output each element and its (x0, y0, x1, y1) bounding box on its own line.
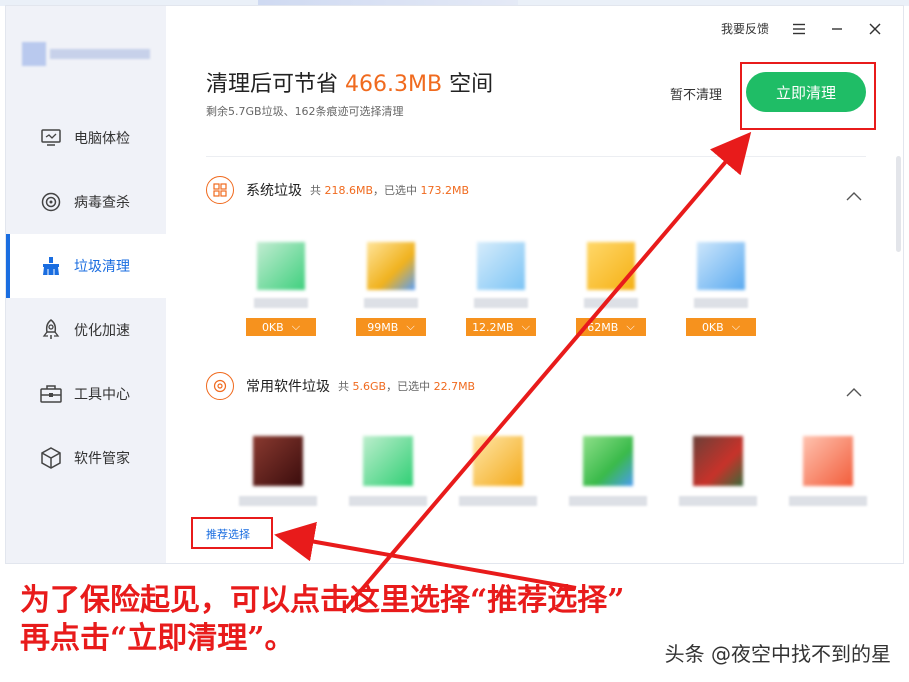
main-panel: 我要反馈 清理后可节省 466.3MB 空间 剩余5.7GB垃圾、162条痕迹可… (166, 6, 903, 563)
app-icon (803, 436, 853, 486)
rocket-icon (40, 319, 62, 341)
app-icon (693, 436, 743, 486)
divider (206, 156, 866, 157)
watermark: 头条 @夜空中找不到的星 (664, 642, 891, 666)
disc-icon (206, 372, 234, 400)
chevron-down-icon: ⌵ (406, 320, 415, 333)
monitor-icon (40, 127, 62, 149)
target-icon (40, 191, 62, 213)
size-dropdown[interactable]: 62MB ⌵ (576, 318, 646, 336)
size-dropdown[interactable]: 0KB ⌵ (686, 318, 756, 336)
feedback-link[interactable]: 我要反馈 (721, 20, 769, 37)
app-icon (583, 436, 633, 486)
size-dropdown[interactable]: 12.2MB ⌵ (466, 318, 536, 336)
section-system-junk[interactable]: 系统垃圾 共 218.6MB，已选中 173.2MB (206, 176, 469, 204)
section-title: 常用软件垃圾 (246, 379, 330, 395)
chevron-down-icon: ⌵ (291, 320, 301, 333)
close-icon[interactable] (867, 21, 883, 37)
chevron-down-icon: ⌵ (731, 320, 741, 333)
sidebar-item-label: 电脑体检 (74, 131, 130, 147)
scrollbar[interactable] (896, 156, 901, 252)
chevron-up-icon[interactable] (846, 186, 862, 201)
sidebar-item-label: 病毒查杀 (74, 195, 130, 211)
app-icon (477, 242, 525, 290)
sidebar: 电脑体检 病毒查杀 垃圾清理 优化加速 工具中心 软件管家 (6, 6, 166, 563)
annotation-frame-clean (740, 62, 876, 130)
app-icon (367, 242, 415, 290)
chevron-up-icon[interactable] (846, 382, 862, 397)
app-icon (253, 436, 303, 486)
sidebar-item-label: 工具中心 (74, 387, 130, 403)
software-tile[interactable] (788, 436, 868, 506)
sidebar-item-label: 软件管家 (74, 451, 130, 467)
skip-clean-button[interactable]: 暂不清理 (670, 84, 722, 103)
sidebar-item-label: 垃圾清理 (74, 259, 130, 275)
size-dropdown[interactable]: 0KB ⌵ (246, 318, 316, 336)
sidebar-item-antivirus[interactable]: 病毒查杀 (6, 170, 166, 234)
chevron-down-icon: ⌵ (521, 320, 530, 333)
section-meta: 共 218.6MB，已选中 173.2MB (310, 184, 470, 197)
broom-icon (40, 255, 62, 277)
app-logo (22, 40, 152, 68)
sidebar-item-junk-clean[interactable]: 垃圾清理 (6, 234, 166, 298)
app-icon (697, 242, 745, 290)
sidebar-item-optimize[interactable]: 优化加速 (6, 298, 166, 362)
size-dropdown[interactable]: 99MB ⌵ (356, 318, 426, 336)
section-software-junk[interactable]: 常用软件垃圾 共 5.6GB，已选中 22.7MB (206, 372, 475, 400)
software-tile[interactable] (678, 436, 758, 506)
junk-tile[interactable]: 0KB ⌵ (686, 242, 756, 336)
junk-tile[interactable]: 99MB ⌵ (356, 242, 426, 336)
grid-icon (206, 176, 234, 204)
annotation-caption: 为了保险起见，可以点击这里选择“推荐选择” 再点击“立即清理”。 (20, 583, 625, 656)
sidebar-nav: 电脑体检 病毒查杀 垃圾清理 优化加速 工具中心 软件管家 (6, 106, 166, 490)
box-icon (40, 447, 62, 469)
app-icon (587, 242, 635, 290)
chevron-down-icon: ⌵ (626, 320, 635, 333)
menu-icon[interactable] (791, 21, 807, 37)
savings-amount: 466.3MB (345, 72, 443, 97)
annotation-frame-recommend (191, 517, 273, 549)
app-icon (473, 436, 523, 486)
software-tile[interactable] (238, 436, 318, 506)
section-title: 系统垃圾 (246, 183, 302, 199)
app-icon (363, 436, 413, 486)
sidebar-item-tools[interactable]: 工具中心 (6, 362, 166, 426)
software-tile[interactable] (568, 436, 648, 506)
sidebar-item-software[interactable]: 软件管家 (6, 426, 166, 490)
junk-tile[interactable]: 12.2MB ⌵ (466, 242, 536, 336)
software-tile[interactable] (348, 436, 428, 506)
software-tile[interactable] (458, 436, 538, 506)
sidebar-item-checkup[interactable]: 电脑体检 (6, 106, 166, 170)
page-subtitle: 剩余5.7GB垃圾、162条痕迹可选择清理 (206, 105, 404, 118)
minimize-icon[interactable] (829, 21, 845, 37)
junk-tile[interactable]: 0KB ⌵ (246, 242, 316, 336)
app-window: 电脑体检 病毒查杀 垃圾清理 优化加速 工具中心 软件管家 我要反馈 清理后可节… (5, 5, 904, 564)
app-icon (257, 242, 305, 290)
page-title: 清理后可节省 466.3MB 空间 (206, 72, 494, 97)
section-meta: 共 5.6GB，已选中 22.7MB (338, 380, 476, 393)
title-bar: 我要反馈 (721, 20, 883, 37)
sidebar-item-label: 优化加速 (74, 323, 130, 339)
toolbox-icon (40, 383, 62, 405)
junk-tile[interactable]: 62MB ⌵ (576, 242, 646, 336)
